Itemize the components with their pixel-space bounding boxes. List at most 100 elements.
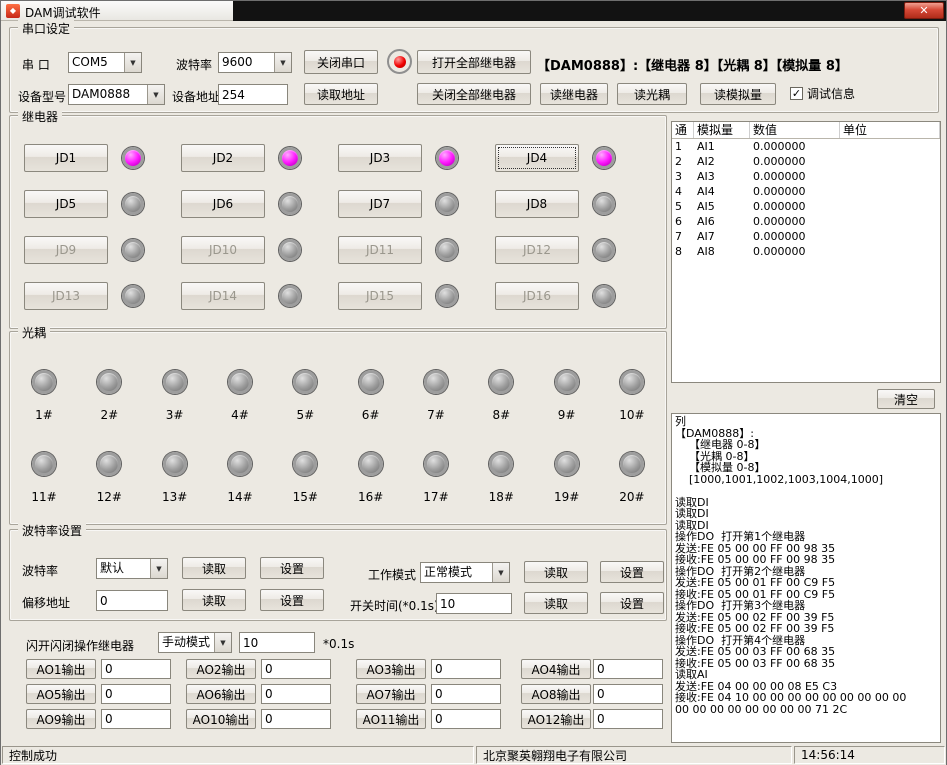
ao-button-3[interactable]: AO3输出 [356,659,426,679]
ao-button-4[interactable]: AO4输出 [521,659,591,679]
ao-button-12[interactable]: AO12输出 [521,709,591,729]
open-all-relays-button[interactable]: 打开全部继电器 [417,50,531,74]
opto-led-1 [32,370,56,394]
status-company: 北京聚英翱翔电子有限公司 [476,746,792,764]
opto-led-15 [293,452,317,476]
analog-table: 通模拟量数值单位 1AI10.0000002AI20.0000003AI30.0… [671,121,941,383]
baudrate-select[interactable]: 默认 ▼ [96,558,168,579]
close-button[interactable]: ✕ [904,2,944,19]
relay-button-jd5[interactable]: JD5 [24,190,108,218]
work-mode-read-button[interactable]: 读取 [524,561,588,583]
check-icon: ✓ [792,88,801,99]
ao-output-field-3[interactable] [431,659,501,679]
offset-address-field[interactable] [96,590,168,611]
read-analog-button[interactable]: 读模拟量 [700,83,776,105]
serial-group-title: 串口设定 [18,20,74,37]
work-mode-select[interactable]: 正常模式 ▼ [420,562,510,583]
close-all-relays-button[interactable]: 关闭全部继电器 [417,83,531,105]
ao-output-field-7[interactable] [431,684,501,704]
relay-button-jd7[interactable]: JD7 [338,190,422,218]
relay-cell: JD14 [181,282,338,310]
debug-info-checkbox[interactable]: ✓ 调试信息 [790,85,855,102]
flash-time-field[interactable] [239,632,315,653]
opto-row-2: 11#12#13#14#15#16#17#18#19#20# [22,452,654,504]
relay-led-16 [593,285,615,307]
baud-select-value: 9600 [219,53,274,72]
work-mode-set-button[interactable]: 设置 [600,561,664,583]
chevron-down-icon: ▼ [150,559,167,578]
offset-address-label: 偏移地址 [22,594,70,611]
switch-time-label: 开关时间(*0.1s) [350,597,439,614]
ao-output-field-2[interactable] [261,659,331,679]
baudrate-select-value: 默认 [97,559,150,578]
relay-cell: JD5 [24,190,181,218]
offset-read-button[interactable]: 读取 [182,589,246,611]
opto-cell: 19# [545,452,589,504]
device-address-field[interactable] [218,84,288,105]
baud-select[interactable]: 9600 ▼ [218,52,292,73]
opto-led-4 [228,370,252,394]
relay-cell: JD13 [24,282,181,310]
ao-button-8[interactable]: AO8输出 [521,684,591,704]
ao-button-5[interactable]: AO5输出 [26,684,96,704]
ao-output-field-10[interactable] [261,709,331,729]
relay-button-jd3[interactable]: JD3 [338,144,422,172]
ao-output-field-1[interactable] [101,659,171,679]
port-select[interactable]: COM5 ▼ [68,52,142,73]
ao-button-10[interactable]: AO10输出 [186,709,256,729]
opto-label-18: 18# [489,490,514,504]
baud-label: 波特率 [176,56,212,73]
flash-mode-select[interactable]: 手动模式 ▼ [158,632,232,653]
relay-button-jd6[interactable]: JD6 [181,190,265,218]
cell-value: 0.000000 [750,245,840,258]
table-row: 4AI40.000000 [672,184,940,199]
relay-button-jd8[interactable]: JD8 [495,190,579,218]
opto-cell: 18# [479,452,523,504]
ao-button-6[interactable]: AO6输出 [186,684,256,704]
baudrate-set-button[interactable]: 设置 [260,557,324,579]
cell-channel: 4 [672,185,694,198]
read-address-button[interactable]: 读取地址 [304,83,378,105]
read-opto-button[interactable]: 读光耦 [617,83,687,105]
baudrate-read-button[interactable]: 读取 [182,557,246,579]
opto-led-20 [620,452,644,476]
cell-name: AI7 [694,230,750,243]
debug-log-panel[interactable]: 列 【DAM0888】: 【继电器 0-8】 【光耦 0-8】 【模拟量 0-8… [671,413,941,743]
ao-button-1[interactable]: AO1输出 [26,659,96,679]
opto-cell: 16# [349,452,393,504]
opto-led-14 [228,452,252,476]
relay-button-jd4[interactable]: JD4 [495,144,579,172]
switch-time-read-button[interactable]: 读取 [524,592,588,614]
opto-label-4: 4# [231,408,249,422]
ao-button-11[interactable]: AO11输出 [356,709,426,729]
ao-button-9[interactable]: AO9输出 [26,709,96,729]
ao-output-field-9[interactable] [101,709,171,729]
opto-label-13: 13# [162,490,187,504]
close-serial-button[interactable]: 关闭串口 [304,50,378,74]
relay-led-2 [279,147,301,169]
ao-output-field-12[interactable] [593,709,663,729]
model-select[interactable]: DAM0888 ▼ [68,84,165,105]
offset-set-button[interactable]: 设置 [260,589,324,611]
ao-button-7[interactable]: AO7输出 [356,684,426,704]
opto-led-11 [32,452,56,476]
switch-time-field[interactable] [436,593,512,614]
clear-button[interactable]: 清空 [877,389,935,409]
ao-output-field-11[interactable] [431,709,501,729]
ao-output-field-5[interactable] [101,684,171,704]
relay-cell: JD11 [338,236,495,264]
relay-group-title: 继电器 [18,108,62,125]
cell-name: AI5 [694,200,750,213]
ao-output-field-6[interactable] [261,684,331,704]
ao-output-field-4[interactable] [593,659,663,679]
opto-led-18 [489,452,513,476]
switch-time-set-button[interactable]: 设置 [600,592,664,614]
ao-button-2[interactable]: AO2输出 [186,659,256,679]
opto-label-8: 8# [492,408,510,422]
opto-cell: 13# [153,452,197,504]
read-relay-button[interactable]: 读继电器 [540,83,608,105]
ao-output-field-8[interactable] [593,684,663,704]
relay-button-jd1[interactable]: JD1 [24,144,108,172]
relay-button-jd2[interactable]: JD2 [181,144,265,172]
relay-led-13 [122,285,144,307]
